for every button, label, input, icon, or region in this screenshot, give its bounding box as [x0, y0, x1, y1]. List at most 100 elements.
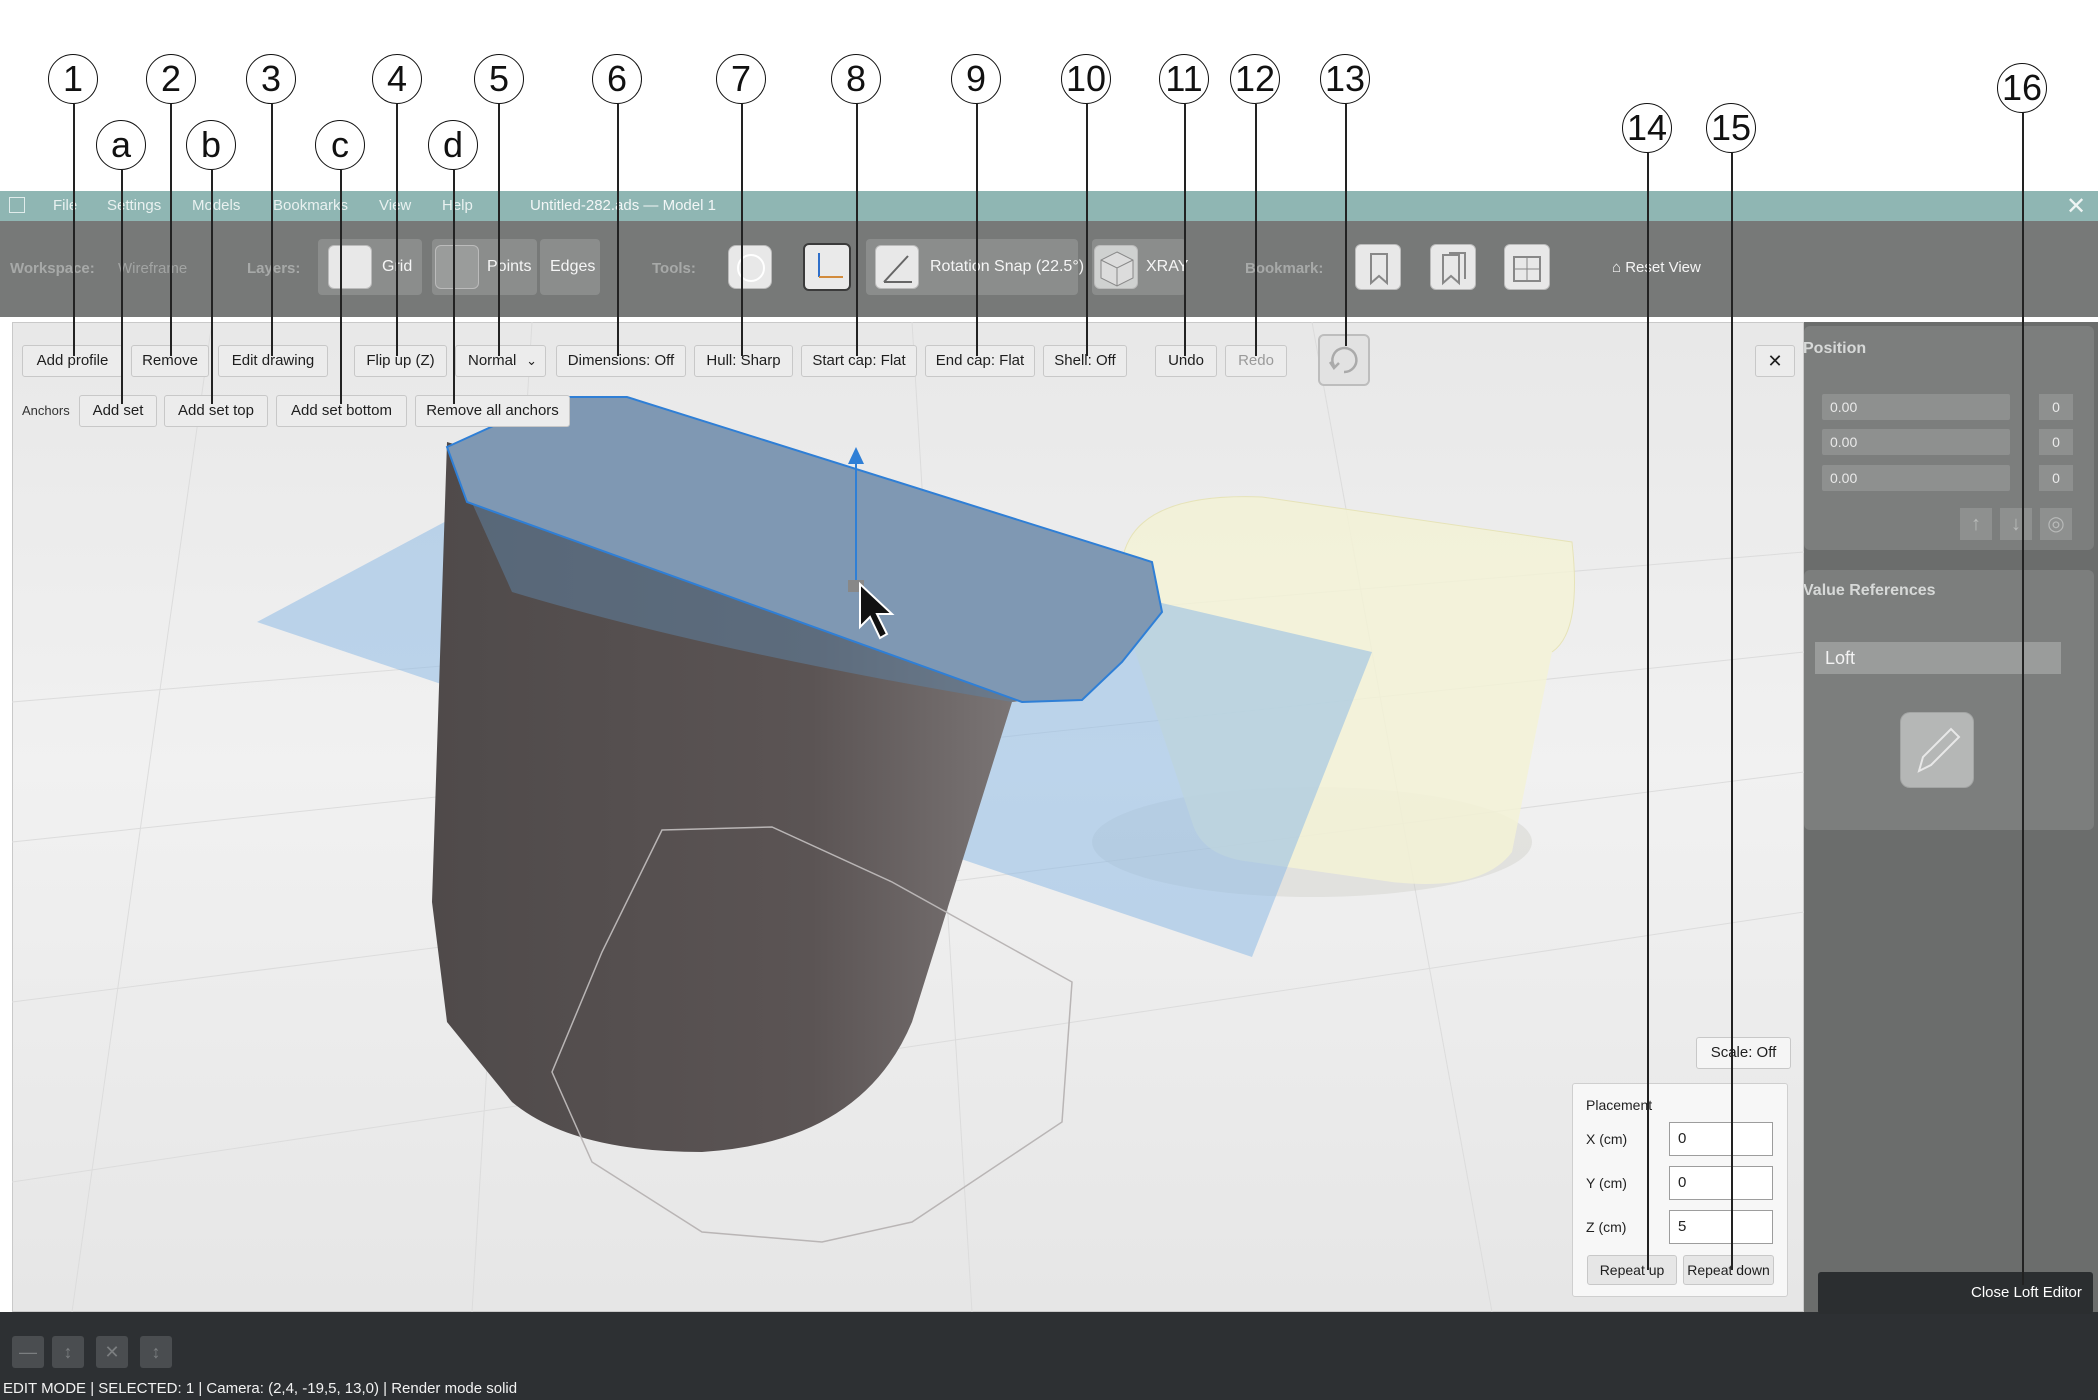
position-z-step[interactable]: 0 [2039, 465, 2073, 491]
gizmo-arrow-icon [848, 447, 864, 464]
end-cap-toggle[interactable]: End cap: Flat [925, 345, 1035, 377]
window-close-icon[interactable]: ✕ [2066, 192, 2086, 221]
normal-select-value: Normal [468, 352, 517, 369]
callout-6: 6 [592, 54, 642, 104]
callout-15: 15 [1706, 103, 1756, 153]
hull-toggle[interactable]: Hull: Sharp [694, 345, 793, 377]
app-icon [9, 197, 25, 213]
z-input[interactable]: 5 [1669, 1210, 1773, 1244]
callout-c: c [315, 120, 365, 170]
repeat-down-button[interactable]: Repeat down [1683, 1255, 1774, 1285]
callout-leader [498, 104, 500, 356]
minimize-panel-icon[interactable]: — [12, 1336, 44, 1368]
points-label: Points [487, 258, 532, 275]
anchors-label: Anchors [22, 403, 70, 418]
vertical-align-icon[interactable]: ↕ [52, 1336, 84, 1368]
rotation-snap-label: Rotation Snap (22.5°) [930, 258, 1085, 275]
value-references-section [1804, 570, 2094, 830]
edit-pencil-icon[interactable] [1900, 712, 1974, 788]
callout-leader [741, 104, 743, 356]
callout-leader [73, 104, 75, 356]
callout-7: 7 [716, 54, 766, 104]
refresh-icon[interactable] [1318, 334, 1370, 386]
dimensions-toggle[interactable]: Dimensions: Off [556, 345, 686, 377]
points-icon [435, 245, 479, 289]
loft-reference[interactable]: Loft [1815, 642, 2061, 674]
flip-up-button[interactable]: Flip up (Z) [354, 345, 447, 377]
position-title: Position [1803, 340, 1867, 357]
xray-label: XRAY [1146, 258, 1189, 275]
axis-tool-icon[interactable] [803, 243, 851, 291]
position-x-step[interactable]: 0 [2039, 394, 2073, 420]
viewport-scene [12, 322, 1804, 1312]
position-x-field[interactable]: 0.00 [1822, 394, 2010, 420]
callout-leader [1184, 104, 1186, 356]
position-z-field[interactable]: 0.00 [1822, 465, 2010, 491]
callout-12: 12 [1230, 54, 1280, 104]
tools-label: Tools: [652, 260, 696, 277]
callout-leader [396, 104, 398, 356]
rotation-snap-icon [875, 245, 919, 289]
x-input[interactable]: 0 [1669, 1122, 1773, 1156]
undo-button[interactable]: Undo [1155, 345, 1217, 377]
z-label: Z (cm) [1586, 1219, 1627, 1235]
value-references-title: Value References [1803, 582, 1936, 599]
target-icon[interactable]: ◎ [2040, 508, 2072, 540]
menu-models[interactable]: Models [192, 197, 240, 214]
menu-help[interactable]: Help [442, 197, 473, 214]
bookmarks-icon[interactable] [1430, 244, 1476, 290]
circle-tool-icon[interactable] [728, 245, 772, 289]
edges-label: Edges [550, 258, 596, 275]
ruler-icon[interactable]: ↕ [140, 1336, 172, 1368]
callout-11: 11 [1159, 54, 1209, 104]
add-set-top-button[interactable]: Add set top [164, 395, 268, 427]
add-set-button[interactable]: Add set [79, 395, 157, 427]
callout-leader [1731, 153, 1733, 1270]
placement-title: Placement [1586, 1097, 1653, 1113]
edit-drawing-button[interactable]: Edit drawing [218, 345, 328, 377]
callout-14: 14 [1622, 103, 1672, 153]
status-bar-text: EDIT MODE | SELECTED: 1 | Camera: (2,4, … [3, 1380, 518, 1397]
reset-view-button[interactable]: ⌂ Reset View [1612, 259, 1701, 276]
callout-leader [1647, 153, 1649, 1270]
x-label: X (cm) [1586, 1131, 1628, 1147]
chevron-down-icon: ⌄ [526, 353, 537, 368]
repeat-up-button[interactable]: Repeat up [1587, 1255, 1677, 1285]
menu-settings[interactable]: Settings [107, 197, 161, 214]
delete-icon[interactable]: ✕ [96, 1336, 128, 1368]
callout-leader [2022, 113, 2024, 1285]
callout-1: 1 [48, 54, 98, 104]
callout-5: 5 [474, 54, 524, 104]
callout-leader [1086, 104, 1088, 356]
normal-select[interactable]: Normal ⌄ [455, 345, 546, 377]
workspace-select[interactable]: Wireframe [118, 260, 187, 277]
callout-13: 13 [1320, 54, 1370, 104]
move-up-icon[interactable]: ↑ [1960, 508, 1992, 540]
position-y-step[interactable]: 0 [2039, 429, 2073, 455]
callout-leader [976, 104, 978, 356]
menu-bookmarks[interactable]: Bookmarks [273, 197, 348, 214]
window-title: Untitled-282.ads — Model 1 [530, 197, 716, 214]
bookmark-add-icon[interactable] [1355, 244, 1401, 290]
callout-4: 4 [372, 54, 422, 104]
callout-b: b [186, 120, 236, 170]
remove-all-anchors-button[interactable]: Remove all anchors [415, 395, 570, 427]
start-cap-toggle[interactable]: Start cap: Flat [801, 345, 917, 377]
callout-d: d [428, 120, 478, 170]
bookmark-grid-icon[interactable] [1504, 244, 1550, 290]
callout-leader [170, 104, 172, 356]
callout-8: 8 [831, 54, 881, 104]
callout-leader [121, 170, 123, 404]
y-input[interactable]: 0 [1669, 1166, 1773, 1200]
callout-leader [453, 170, 455, 404]
callout-leader [271, 104, 273, 356]
callout-leader [1345, 104, 1347, 346]
scale-toggle[interactable]: Scale: Off [1696, 1037, 1791, 1069]
shell-toggle[interactable]: Shell: Off [1043, 345, 1127, 377]
position-y-field[interactable]: 0.00 [1822, 429, 2010, 455]
bookmark-label: Bookmark: [1245, 260, 1324, 277]
close-icon[interactable]: ✕ [1755, 345, 1795, 377]
workspace-label: Workspace: [10, 260, 95, 277]
callout-leader [617, 104, 619, 356]
move-down-icon[interactable]: ↓ [2000, 508, 2032, 540]
